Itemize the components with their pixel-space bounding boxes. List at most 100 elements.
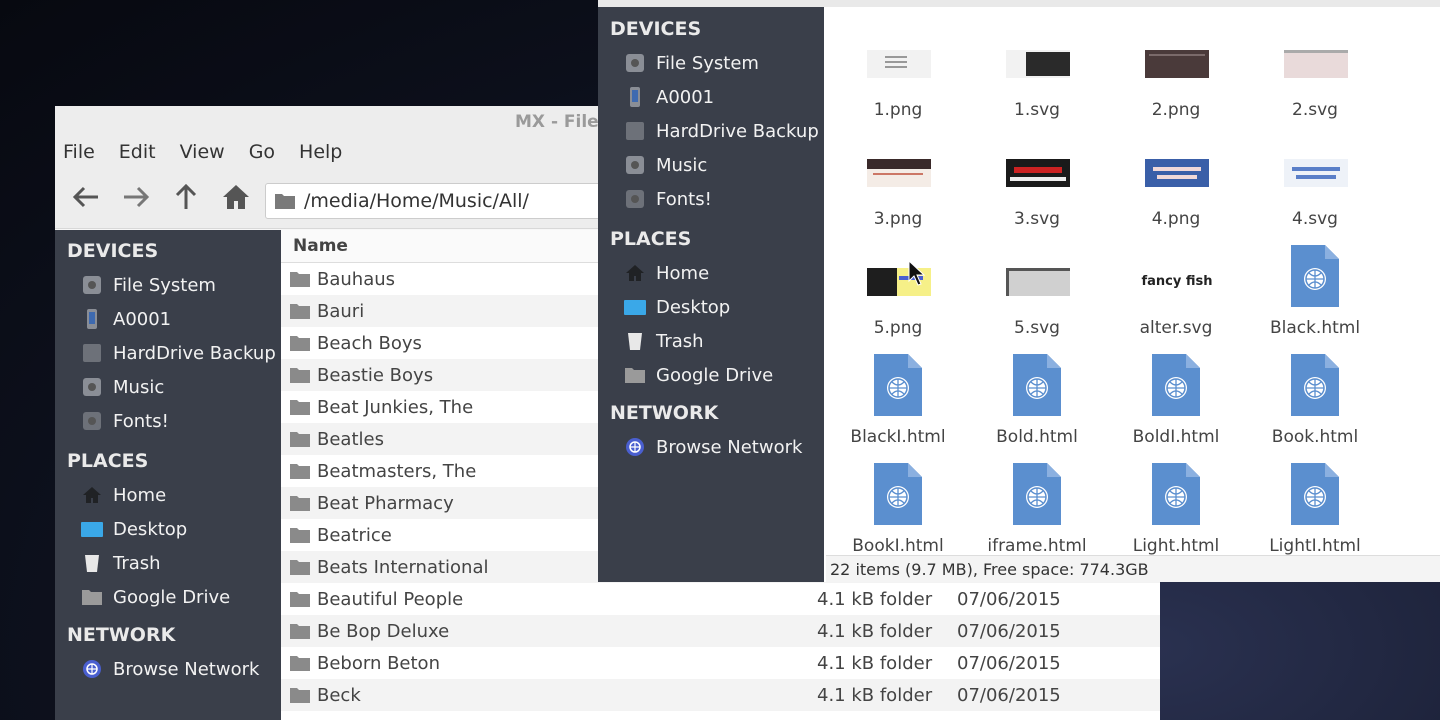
sidebar-item-label: Trash bbox=[656, 330, 704, 352]
sidebar-item-label: Fonts! bbox=[656, 188, 712, 210]
html-file-icon bbox=[1152, 354, 1200, 416]
file-tile[interactable]: 5.svg bbox=[968, 240, 1106, 340]
file-tile[interactable]: 5.png bbox=[829, 240, 967, 340]
forward-button[interactable] bbox=[119, 180, 153, 214]
sidebar-item-file-system[interactable]: File System bbox=[55, 268, 281, 302]
network-icon bbox=[624, 436, 646, 458]
file-tile[interactable]: 1.svg bbox=[968, 22, 1106, 122]
file-tile[interactable]: LightI.html bbox=[1246, 458, 1384, 558]
sidebar-back: DEVICES File System A0001 HardDrive Back… bbox=[55, 230, 281, 720]
html-file-icon bbox=[1013, 354, 1061, 416]
file-tile[interactable]: 3.png bbox=[829, 131, 967, 231]
file-tile[interactable]: BlackI.html bbox=[829, 349, 967, 449]
menu-go[interactable]: Go bbox=[249, 141, 275, 163]
sidebar-item-fonts[interactable]: Fonts! bbox=[55, 404, 281, 438]
sidebar-item-label: A0001 bbox=[656, 86, 715, 108]
file-label: 3.png bbox=[873, 209, 923, 229]
row-name: Beck bbox=[317, 684, 361, 706]
image-thumbnail bbox=[1006, 50, 1070, 78]
sidebar-item-label: Desktop bbox=[656, 296, 731, 318]
table-row[interactable]: Be Bop Deluxe 4.1 kB folder 07/06/2015 bbox=[281, 615, 1160, 647]
devices-header: DEVICES bbox=[67, 240, 159, 262]
image-thumbnail bbox=[867, 159, 931, 187]
file-tile[interactable]: 4.svg bbox=[1246, 131, 1384, 231]
folder-icon bbox=[624, 364, 646, 386]
table-row[interactable]: Beck 4.1 kB folder 07/06/2015 bbox=[281, 679, 1160, 711]
sidebar-item-a0001[interactable]: A0001 bbox=[55, 302, 281, 336]
disk-icon bbox=[624, 188, 646, 210]
sidebar-item-fonts[interactable]: Fonts! bbox=[598, 182, 824, 216]
file-tile[interactable]: Book.html bbox=[1246, 349, 1384, 449]
row-date: 07/06/2015 bbox=[957, 684, 1061, 706]
network-header: NETWORK bbox=[67, 624, 176, 646]
sidebar-item-harddrive-backup[interactable]: HardDrive Backup bbox=[598, 114, 824, 148]
phone-icon bbox=[81, 308, 103, 330]
home-button[interactable] bbox=[219, 180, 253, 214]
sidebar-item-browse-network[interactable]: Browse Network bbox=[598, 430, 824, 464]
sidebar-item-file-system[interactable]: File System bbox=[598, 46, 824, 80]
html-file-icon bbox=[1291, 463, 1339, 525]
places-header: PLACES bbox=[610, 228, 692, 250]
disk-icon bbox=[81, 274, 103, 296]
file-tile[interactable]: fancy fish alter.svg bbox=[1107, 240, 1245, 340]
sidebar-item-home[interactable]: Home bbox=[55, 478, 281, 512]
file-label: alter.svg bbox=[1139, 318, 1213, 338]
image-thumbnail: fancy fish bbox=[1141, 274, 1213, 289]
sidebar-item-google-drive[interactable]: Google Drive bbox=[598, 358, 824, 392]
file-label: 1.svg bbox=[1014, 100, 1060, 120]
folder-icon bbox=[290, 656, 310, 671]
sidebar-item-harddrive-backup[interactable]: HardDrive Backup bbox=[55, 336, 281, 370]
row-name: Beach Boys bbox=[317, 332, 422, 354]
file-tile[interactable]: Black.html bbox=[1246, 240, 1384, 340]
file-tile[interactable]: 2.svg bbox=[1246, 22, 1384, 122]
file-label: 2.png bbox=[1151, 100, 1201, 120]
up-button[interactable] bbox=[169, 180, 203, 214]
drive-icon bbox=[624, 120, 646, 142]
row-name: Beatrice bbox=[317, 524, 392, 546]
file-tile[interactable]: BoldI.html bbox=[1107, 349, 1245, 449]
sidebar-item-browse-network[interactable]: Browse Network bbox=[55, 652, 281, 686]
sidebar-item-desktop[interactable]: Desktop bbox=[55, 512, 281, 546]
row-size: 4.1 kB folder bbox=[817, 652, 933, 674]
file-tile[interactable]: 3.svg bbox=[968, 131, 1106, 231]
sidebar-item-label: File System bbox=[113, 274, 216, 296]
file-label: 2.svg bbox=[1292, 100, 1338, 120]
sidebar-front: DEVICES File System A0001 HardDrive Back… bbox=[598, 7, 824, 582]
sidebar-item-music[interactable]: Music bbox=[598, 148, 824, 182]
menu-help[interactable]: Help bbox=[299, 141, 342, 163]
sidebar-item-home[interactable]: Home bbox=[598, 256, 824, 290]
file-label: 1.png bbox=[873, 100, 923, 120]
network-header: NETWORK bbox=[610, 402, 719, 424]
file-tile[interactable]: Bold.html bbox=[968, 349, 1106, 449]
sidebar-item-desktop[interactable]: Desktop bbox=[598, 290, 824, 324]
file-tile[interactable]: 1.png bbox=[829, 22, 967, 122]
sidebar-item-music[interactable]: Music bbox=[55, 370, 281, 404]
file-tile[interactable]: 2.png bbox=[1107, 22, 1245, 122]
menu-edit[interactable]: Edit bbox=[119, 141, 156, 163]
file-tile[interactable]: iframe.html bbox=[968, 458, 1106, 558]
folder-icon bbox=[290, 336, 310, 351]
sidebar-item-label: A0001 bbox=[113, 308, 172, 330]
table-row[interactable]: Beborn Beton 4.1 kB folder 07/06/2015 bbox=[281, 647, 1160, 679]
sidebar-item-trash[interactable]: Trash bbox=[55, 546, 281, 580]
trash-icon bbox=[624, 330, 646, 352]
arrow-right-icon bbox=[124, 186, 150, 208]
file-label: 4.png bbox=[1151, 209, 1201, 229]
menu-view[interactable]: View bbox=[180, 141, 225, 163]
sidebar-item-a0001[interactable]: A0001 bbox=[598, 80, 824, 114]
file-tile[interactable]: 4.png bbox=[1107, 131, 1245, 231]
file-tile[interactable]: Light.html bbox=[1107, 458, 1245, 558]
file-tile[interactable]: BookI.html bbox=[829, 458, 967, 558]
sidebar-item-label: Home bbox=[113, 484, 167, 506]
menu-file[interactable]: File bbox=[63, 141, 95, 163]
table-row[interactable]: Beautiful People 4.1 kB folder 07/06/2015 bbox=[281, 583, 1160, 615]
desktop-icon bbox=[81, 518, 103, 540]
arrow-left-icon bbox=[72, 186, 98, 208]
folder-icon bbox=[290, 432, 310, 447]
back-button[interactable] bbox=[69, 180, 103, 214]
sidebar-item-google-drive[interactable]: Google Drive bbox=[55, 580, 281, 614]
folder-icon bbox=[290, 464, 310, 479]
sidebar-item-label: Desktop bbox=[113, 518, 188, 540]
image-thumbnail bbox=[1284, 50, 1348, 78]
sidebar-item-trash[interactable]: Trash bbox=[598, 324, 824, 358]
